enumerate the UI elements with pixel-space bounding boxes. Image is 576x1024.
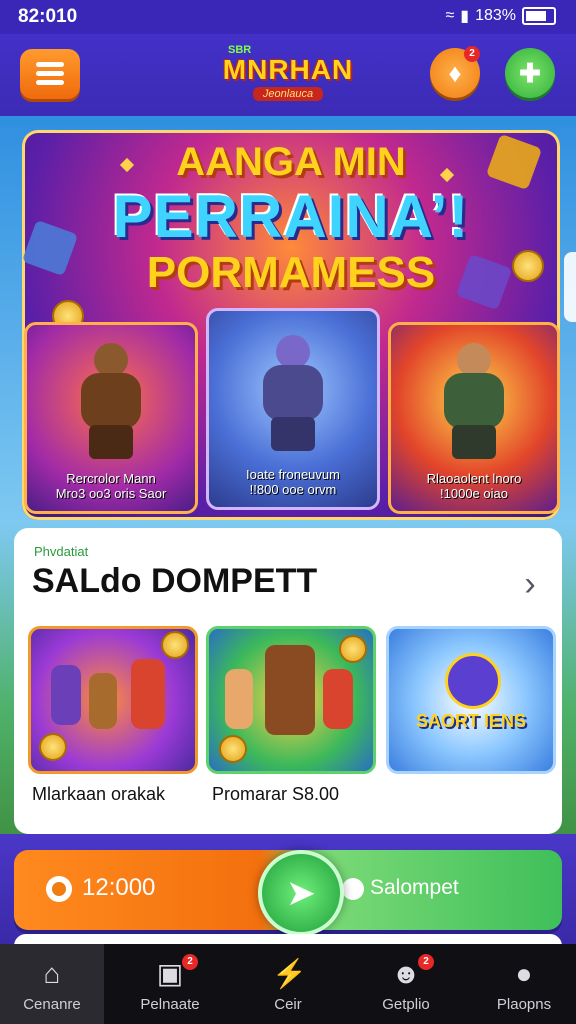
figure-legs (452, 425, 496, 459)
tile-label: Promarar S8.00 (212, 784, 340, 804)
wallet-panel: Phvdatiat SALdo DOMPETT › SAORT IENS Mla… (14, 528, 562, 834)
hero-card-knight[interactable]: Ioate froneuvum !!800 ooe orvm (206, 308, 380, 510)
logo-main-text: MNRHAN (222, 54, 354, 85)
gunner-figure (424, 343, 524, 461)
hero-card-caption-line1: Ioate froneuvum (246, 467, 340, 482)
hero-card-caption-line1: Rlaoaolent lnoro (426, 471, 522, 486)
tab-label: Ceir (274, 996, 302, 1013)
menu-button[interactable] (20, 49, 80, 99)
emblem-icon (445, 653, 501, 709)
wifi-icon: ≈ (445, 7, 455, 24)
app-header: SBR MNRHAN Jeonlauca ♦ 2 ✚ (0, 34, 576, 116)
character-figure (51, 665, 81, 725)
wallet-eyebrow: Phvdatiat (34, 544, 89, 559)
menu-icon-line (36, 80, 64, 85)
add-button[interactable]: ✚ (505, 48, 555, 98)
menu-icon (36, 62, 64, 67)
figure-head (94, 343, 128, 377)
wallet-tile-promo[interactable] (206, 626, 376, 774)
plus-icon: ✚ (519, 58, 541, 88)
figure-head (276, 335, 310, 369)
notification-badge: 2 (464, 46, 480, 62)
wallet-tile-adventure[interactable] (28, 626, 198, 774)
hero-card-caption-line2: !1000e oiao (440, 486, 508, 501)
warrior-figure (61, 343, 161, 461)
paper-plane-icon: ➤ (285, 872, 317, 913)
tab-inbox[interactable]: ▣ 2 Pelnaate (118, 944, 222, 1024)
app-logo[interactable]: SBR MNRHAN Jeonlauca (220, 44, 356, 106)
coin-icon (39, 733, 67, 761)
hero-card-caption: Rlaoaolent lnoro !1000e oiao (391, 471, 557, 501)
tab-game[interactable]: ☻ 2 Getplio (354, 944, 458, 1024)
figure-legs (89, 425, 133, 459)
bottom-tab-bar: ⌂ Cenanre ▣ 2 Pelnaate ⚡ Ceir ☻ 2 Getpli… (0, 944, 576, 1024)
wallet-title: SALdo DOMPETT (32, 562, 318, 600)
knight-figure (243, 335, 343, 453)
side-drawer-handle[interactable] (564, 252, 576, 322)
hero-card-caption: Rercrolor Mann Mro3 oo3 oris Saor (27, 471, 195, 501)
figure-head (457, 343, 491, 377)
hero-title-line1: AANGA MIN (176, 140, 406, 184)
balance-amount: 12:000 (82, 874, 156, 901)
hero-banner[interactable]: AANGA MIN PERRAINA’! PORMAMESS Rercrolor… (22, 130, 560, 520)
hero-card-caption-line1: Rercrolor Mann (66, 471, 156, 486)
character-figure (225, 669, 253, 729)
coin-icon (46, 876, 72, 902)
person-icon: ● (515, 958, 533, 989)
coin-icon (339, 635, 367, 663)
tile-emblem-text: SAORT IENS (415, 711, 526, 731)
character-figure (131, 659, 165, 729)
character-figure (89, 673, 117, 729)
tab-label: Pelnaate (140, 996, 200, 1013)
send-icon (342, 878, 364, 900)
figure-torso (444, 373, 504, 429)
tab-profile[interactable]: ● Plaopns (472, 944, 576, 1024)
coin-icon (219, 735, 247, 763)
tab-label: Getplio (382, 996, 430, 1013)
tab-label: Cenanre (23, 996, 81, 1013)
notifications-button[interactable]: ♦ 2 (430, 46, 480, 98)
tile-label: Mlarkaan orakak (32, 784, 166, 804)
hero-card-warrior[interactable]: Rercrolor Mann Mro3 oo3 oris Saor (24, 322, 198, 514)
tab-badge: 2 (418, 954, 434, 970)
tab-home[interactable]: ⌂ Cenanre (0, 944, 104, 1024)
character-figure (323, 669, 353, 729)
coin-icon (161, 631, 189, 659)
menu-icon-line (36, 71, 64, 76)
signal-icon: ▮ (460, 8, 470, 25)
figure-torso (263, 365, 323, 421)
wallet-tile-sports[interactable]: SAORT IENS (386, 626, 556, 774)
chevron-right-icon[interactable]: › (512, 566, 548, 602)
hero-card-caption: Ioate froneuvum !!800 ooe orvm (209, 467, 377, 497)
send-label: Salompet (370, 876, 459, 899)
tab-badge: 2 (182, 954, 198, 970)
figure-legs (271, 417, 315, 451)
battery-percent: 183% (475, 7, 516, 24)
hero-title-line2: PERRAINA’! (112, 183, 470, 250)
status-bar: 82:010 ≈ ▮ 183% (0, 0, 576, 34)
character-figure (265, 645, 315, 735)
tab-bolt[interactable]: ⚡ Ceir (236, 944, 340, 1024)
hero-title-line3: PORMAMESS (146, 248, 436, 297)
status-icons: ≈ ▮ 183% (445, 6, 556, 26)
bolt-icon: ⚡ (272, 958, 307, 989)
hero-card-gunner[interactable]: Rlaoaolent lnoro !1000e oiao (388, 322, 560, 514)
hero-card-caption-line2: Mro3 oo3 oris Saor (55, 486, 167, 501)
battery-icon (522, 7, 556, 25)
home-icon: ⌂ (43, 958, 61, 989)
hero-card-caption-line2: !!800 ooe orvm (249, 482, 337, 497)
tab-label: Plaopns (496, 996, 552, 1013)
send-button[interactable]: ➤ (258, 850, 344, 936)
logo-ribbon: Jeonlauca (252, 87, 324, 101)
figure-torso (81, 373, 141, 429)
status-time: 82:010 (18, 6, 78, 27)
